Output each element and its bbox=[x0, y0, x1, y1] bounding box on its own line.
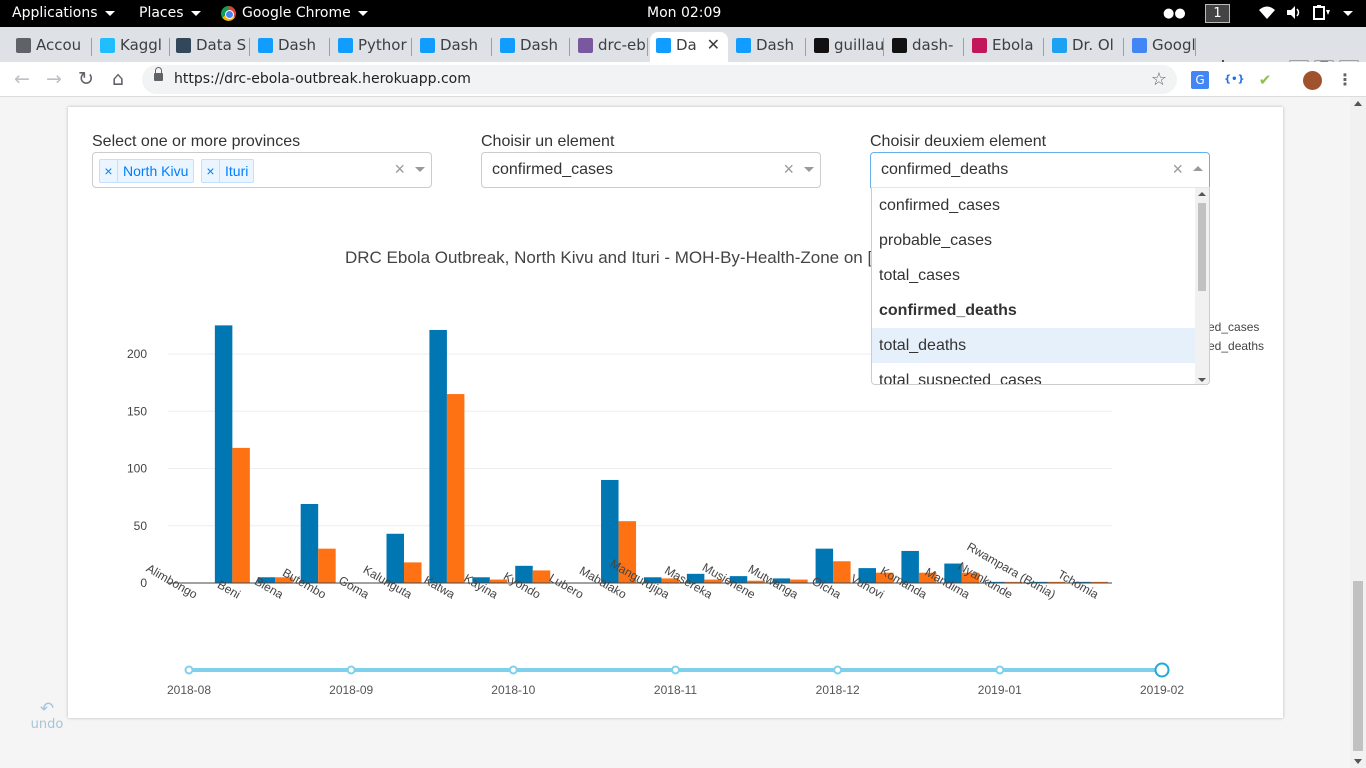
scroll-down-arrow[interactable] bbox=[1354, 759, 1362, 764]
bar-series2[interactable] bbox=[446, 394, 465, 583]
chip-label: Ituri bbox=[225, 163, 249, 179]
scrollbar-thumb[interactable] bbox=[1353, 581, 1363, 751]
y-tick-label: 200 bbox=[127, 347, 147, 361]
bar-series1[interactable] bbox=[429, 329, 447, 583]
slider-mark-label[interactable]: 2018-12 bbox=[816, 683, 860, 697]
page-scrollbar[interactable] bbox=[1350, 97, 1366, 768]
element2-value: confirmed_deaths bbox=[881, 161, 1009, 178]
y-tick-label: 50 bbox=[134, 519, 148, 533]
element2-label: Choisir deuxiem element bbox=[870, 133, 1047, 150]
slider-mark-label[interactable]: 2018-08 bbox=[167, 683, 211, 697]
slider-dot[interactable] bbox=[671, 665, 680, 675]
scrollbar-thumb[interactable] bbox=[1198, 203, 1206, 291]
slider-mark-label[interactable]: 2018-11 bbox=[654, 683, 697, 697]
bar-series2[interactable] bbox=[833, 561, 851, 583]
y-tick-label: 150 bbox=[127, 404, 147, 418]
slider-mark-label[interactable]: 2018-10 bbox=[491, 683, 535, 697]
chevron-down-icon[interactable] bbox=[415, 167, 425, 172]
slider-mark-label[interactable]: 2019-02 bbox=[1140, 683, 1184, 697]
remove-chip-icon[interactable]: × bbox=[100, 160, 118, 182]
slider-dot[interactable] bbox=[508, 665, 518, 675]
slider-dot[interactable] bbox=[184, 665, 194, 675]
dropdown-option[interactable]: total_cases bbox=[872, 258, 1196, 293]
dropdown-option[interactable]: confirmed_deaths bbox=[872, 293, 1196, 328]
y-tick-label: 0 bbox=[140, 576, 147, 590]
legend-entry[interactable]: ed_cases bbox=[1208, 320, 1259, 334]
dropdown-option[interactable]: confirmed_cases bbox=[872, 188, 1196, 223]
province-chip: × North Kivu bbox=[99, 159, 195, 183]
chevron-up-icon[interactable] bbox=[1193, 166, 1203, 171]
chart-title: DRC Ebola Outbreak, North Kivu and Ituri… bbox=[345, 248, 873, 267]
bar-series2[interactable] bbox=[232, 447, 250, 583]
clear-icon[interactable]: × bbox=[783, 153, 794, 185]
bar-series2[interactable] bbox=[790, 579, 808, 583]
bar-series1[interactable] bbox=[214, 325, 233, 583]
element1-select[interactable]: confirmed_cases × bbox=[481, 152, 821, 188]
scroll-up-arrow[interactable] bbox=[1198, 192, 1206, 196]
dropdown-option[interactable]: probable_cases bbox=[872, 223, 1196, 258]
slider-dot[interactable] bbox=[346, 665, 356, 675]
slider-dot[interactable] bbox=[995, 665, 1005, 675]
legend-entry[interactable]: ed_deaths bbox=[1208, 339, 1264, 353]
chip-label: North Kivu bbox=[123, 163, 189, 179]
x-tick-label: Kayina bbox=[462, 571, 501, 602]
slider-mark-label[interactable]: 2018-09 bbox=[329, 683, 373, 697]
provinces-multiselect[interactable]: × North Kivu × Ituri × bbox=[92, 152, 432, 188]
province-chip: × Ituri bbox=[201, 159, 255, 183]
clear-icon[interactable]: × bbox=[1172, 153, 1183, 185]
x-tick-label: Alimbongo bbox=[144, 561, 200, 602]
remove-chip-icon[interactable]: × bbox=[202, 160, 220, 182]
x-tick-label: Tchomia bbox=[1055, 567, 1101, 602]
element1-label: Choisir un element bbox=[481, 133, 615, 150]
scroll-down-arrow[interactable] bbox=[1198, 378, 1206, 382]
y-tick-label: 100 bbox=[127, 462, 147, 476]
element2-select[interactable]: confirmed_deaths × bbox=[870, 152, 1210, 188]
chevron-down-icon[interactable] bbox=[804, 167, 814, 172]
element1-value: confirmed_cases bbox=[492, 161, 613, 178]
bar-series2[interactable] bbox=[318, 548, 336, 583]
dropdown-option[interactable]: total_deaths bbox=[872, 328, 1196, 363]
dropdown-option[interactable]: total_suspected_cases bbox=[872, 363, 1196, 384]
slider-mark-label[interactable]: 2019-01 bbox=[978, 683, 1022, 697]
slider-handle[interactable] bbox=[1154, 662, 1170, 678]
scroll-up-arrow[interactable] bbox=[1354, 101, 1362, 106]
element2-dropdown-menu: confirmed_cases probable_cases total_cases… bbox=[871, 187, 1210, 385]
clear-icon[interactable]: × bbox=[394, 153, 405, 185]
bar-series1[interactable] bbox=[300, 503, 319, 583]
slider-dot[interactable] bbox=[833, 665, 843, 675]
dropdown-scrollbar[interactable] bbox=[1195, 188, 1209, 384]
bar-series2[interactable] bbox=[404, 562, 422, 583]
provinces-label: Select one or more provinces bbox=[92, 133, 301, 150]
